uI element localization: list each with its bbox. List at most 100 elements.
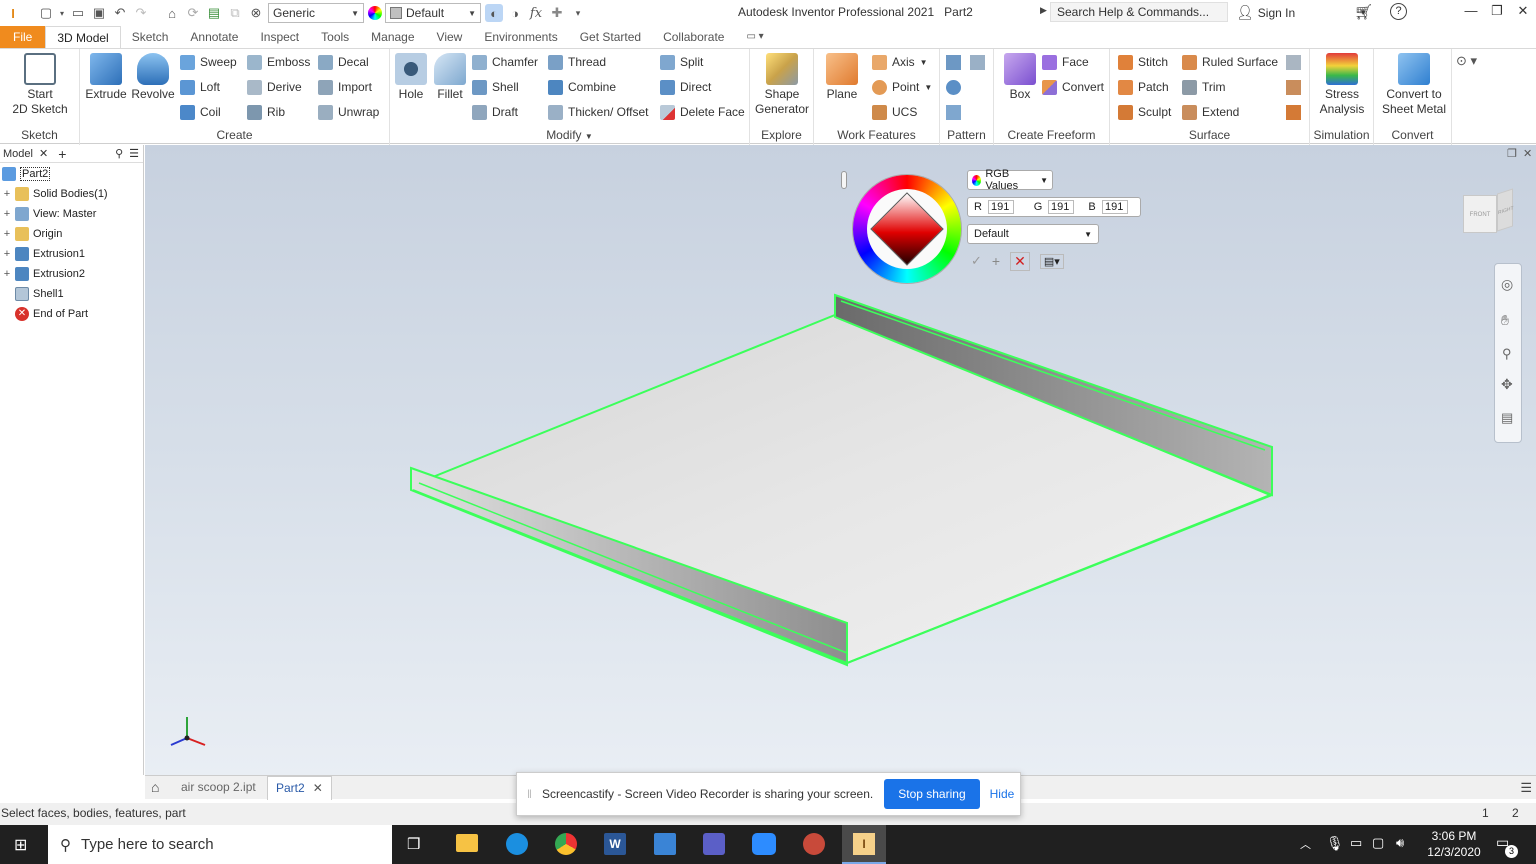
loft-button[interactable]: Loft bbox=[180, 77, 220, 97]
save-icon[interactable]: ▣ bbox=[90, 4, 108, 22]
redo-icon[interactable]: ↷ bbox=[132, 4, 150, 22]
appearance-preset-dropdown[interactable]: Default ▼ bbox=[967, 224, 1099, 244]
microphone-icon[interactable]: 🎙︎ bbox=[1326, 835, 1344, 852]
file-explorer-icon[interactable] bbox=[456, 834, 478, 852]
restore-button[interactable]: ❐ bbox=[1484, 0, 1510, 24]
color-wheel[interactable] bbox=[853, 175, 961, 283]
decal-button[interactable]: Decal bbox=[318, 52, 369, 72]
extrude-button[interactable]: Extrude bbox=[84, 53, 128, 102]
convert-to-sheet-metal-button[interactable]: Convert to Sheet Metal bbox=[1376, 53, 1452, 117]
check-icon[interactable]: ✓ bbox=[971, 253, 982, 269]
menu-icon[interactable]: ☰ bbox=[129, 147, 139, 160]
split-button[interactable]: Split bbox=[660, 52, 703, 72]
dropdown-arrow-icon[interactable]: ▾ bbox=[58, 4, 66, 22]
top-face[interactable] bbox=[410, 313, 1273, 665]
new-file-icon[interactable]: ▢ bbox=[37, 4, 55, 22]
unwrap-button[interactable]: Unwrap bbox=[318, 102, 379, 122]
plus-icon[interactable]: + bbox=[992, 253, 1000, 269]
graphics-viewport[interactable]: RGB Values ▼ R 191 G 191 B 191 Default ▼ ✓… bbox=[145, 145, 1536, 775]
fillet-button[interactable]: Fillet bbox=[430, 53, 470, 102]
browser-node-view-master[interactable]: + View: Master bbox=[3, 204, 96, 224]
sign-in-button[interactable]: 👤︎ Sign In ▼ bbox=[1236, 4, 1367, 21]
taskbar-search[interactable]: ⚲ Type here to search bbox=[48, 825, 392, 864]
ribbon-more-icon[interactable]: ⊙ ▾ bbox=[1456, 53, 1477, 69]
zoom-icon[interactable]: ⚲ bbox=[1502, 346, 1512, 362]
coil-button[interactable]: Coil bbox=[180, 102, 221, 122]
rgb-mode-dropdown[interactable]: RGB Values ▼ bbox=[967, 168, 1053, 192]
options-icon[interactable]: ▤▾ bbox=[1039, 253, 1064, 269]
look-at-icon[interactable]: ▤ bbox=[1501, 410, 1513, 426]
tab-view[interactable]: View bbox=[426, 26, 474, 48]
thicken-offset-button[interactable]: Thicken/ Offset bbox=[548, 102, 648, 122]
word-icon[interactable]: W bbox=[604, 833, 626, 855]
zoom-app-icon[interactable] bbox=[752, 833, 776, 855]
green-value-field[interactable]: 191 bbox=[1048, 200, 1074, 214]
pan-icon[interactable]: ✋︎ bbox=[1501, 312, 1509, 329]
patch-button[interactable]: Patch bbox=[1118, 77, 1169, 97]
tab-file[interactable]: File bbox=[0, 26, 46, 48]
drag-handle-icon[interactable] bbox=[841, 171, 847, 189]
direct-button[interactable]: Direct bbox=[660, 77, 711, 97]
windows-start-icon[interactable]: ⊞ bbox=[14, 835, 27, 855]
help-icon[interactable]: ? bbox=[1390, 3, 1407, 20]
extend-button[interactable]: Extend bbox=[1182, 102, 1239, 122]
update-icon[interactable]: ⟳ bbox=[184, 4, 202, 22]
model-canvas[interactable] bbox=[145, 145, 1536, 775]
stitch-button[interactable]: Stitch bbox=[1118, 52, 1168, 72]
stop-sharing-button[interactable]: Stop sharing bbox=[884, 779, 980, 809]
photos-icon[interactable] bbox=[654, 833, 676, 855]
material-dropdown[interactable]: Generic ▼ bbox=[268, 3, 364, 23]
close-button[interactable]: ✕ bbox=[1510, 0, 1536, 24]
import-button[interactable]: Import bbox=[318, 77, 372, 97]
draft-button[interactable]: Draft bbox=[472, 102, 518, 122]
viewcube-right[interactable]: RIGHT bbox=[1497, 188, 1514, 232]
delete-face-button[interactable]: Delete Face bbox=[660, 102, 745, 122]
close-icon[interactable]: ✕ bbox=[39, 147, 48, 160]
rectangular-pattern-icon[interactable] bbox=[946, 55, 961, 70]
sculpt-button[interactable]: Sculpt bbox=[1118, 102, 1171, 122]
cancel-icon[interactable]: ✕ bbox=[1010, 251, 1030, 271]
red-value-field[interactable]: 191 bbox=[988, 200, 1014, 214]
home-icon[interactable]: ⌂ bbox=[163, 4, 181, 22]
clear-appearance-icon[interactable]: ◑ bbox=[506, 4, 524, 22]
surface-tool-icon[interactable] bbox=[1286, 105, 1301, 120]
measure-icon[interactable]: ⧉ bbox=[226, 4, 244, 22]
close-icon[interactable]: ✕ bbox=[313, 781, 323, 796]
tab-3d-model[interactable]: 3D Model bbox=[45, 26, 121, 48]
rib-button[interactable]: Rib bbox=[247, 102, 285, 122]
viewcube[interactable]: FRONT RIGHT bbox=[1457, 185, 1517, 243]
teams-icon[interactable] bbox=[703, 833, 725, 855]
tab-sketch[interactable]: Sketch bbox=[121, 26, 180, 48]
browser-icon[interactable] bbox=[506, 833, 528, 855]
panel-label-modify[interactable]: Modify ▼ bbox=[390, 128, 749, 142]
orbit-icon[interactable]: ✥ bbox=[1501, 376, 1513, 393]
thread-button[interactable]: Thread bbox=[548, 52, 606, 72]
clock[interactable]: 3:06 PM 12/3/2020 bbox=[1424, 828, 1484, 860]
browser-node-solid-bodies[interactable]: + Solid Bodies(1) bbox=[3, 184, 108, 204]
ruled-surface-button[interactable]: Ruled Surface bbox=[1182, 52, 1278, 72]
adjust-appearance-icon[interactable]: ◐ bbox=[485, 4, 503, 22]
circular-pattern-icon[interactable] bbox=[946, 80, 961, 95]
tray-chevron-icon[interactable]: ︿ bbox=[1300, 836, 1311, 852]
tab-manage[interactable]: Manage bbox=[360, 26, 425, 48]
tab-tools[interactable]: Tools bbox=[310, 26, 360, 48]
tab-get-started[interactable]: Get Started bbox=[569, 26, 652, 48]
tab-annotate[interactable]: Annotate bbox=[179, 26, 249, 48]
stress-analysis-button[interactable]: Stress Analysis bbox=[1312, 53, 1372, 117]
part-model[interactable] bbox=[410, 293, 1273, 667]
viewport-maximize-icon[interactable]: ❐ bbox=[1507, 147, 1517, 160]
hide-button[interactable]: Hide bbox=[990, 787, 1015, 801]
undo-icon[interactable]: ↶ bbox=[111, 4, 129, 22]
sketch-pattern-icon[interactable] bbox=[946, 105, 961, 120]
face-button[interactable]: Face bbox=[1042, 52, 1089, 72]
axis-button[interactable]: Axis ▼ bbox=[872, 52, 928, 72]
mirror-icon[interactable] bbox=[970, 55, 985, 70]
search-help-input[interactable]: Search Help & Commands... bbox=[1050, 2, 1228, 22]
cart-icon[interactable]: 🛒︎ bbox=[1354, 3, 1373, 21]
box-button[interactable]: Box bbox=[998, 53, 1042, 102]
blue-value-field[interactable]: 191 bbox=[1102, 200, 1128, 214]
drag-handle-icon[interactable]: ‖ bbox=[527, 787, 532, 801]
plane-button[interactable]: Plane bbox=[820, 53, 864, 102]
doc-tab-air-scoop[interactable]: air scoop 2.ipt bbox=[181, 780, 256, 794]
derive-button[interactable]: Derive bbox=[247, 77, 302, 97]
